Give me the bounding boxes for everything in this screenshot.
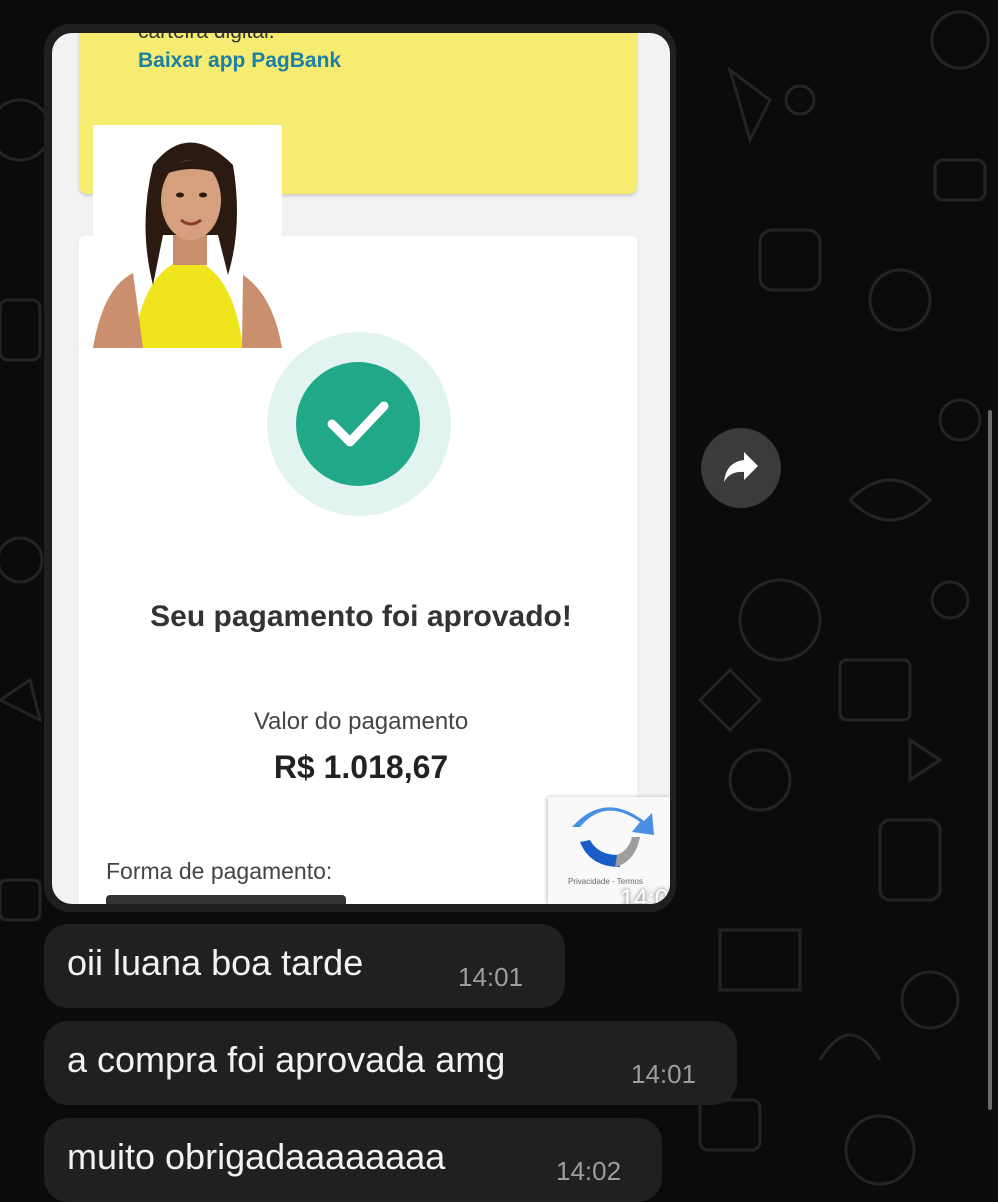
payment-method-label: Forma de pagamento: <box>106 858 333 884</box>
woman-avatar-image <box>93 125 282 348</box>
scrollbar[interactable] <box>988 410 992 1110</box>
payment-screenshot[interactable]: carteira digital. Baixar app PagBank Seu… <box>52 33 670 904</box>
message-bubble-1[interactable]: oii luana boa tarde 14:01 <box>44 924 565 1008</box>
recaptcha-logo-icon <box>572 807 654 867</box>
message-time: 14:01 <box>458 962 524 992</box>
success-title: Seu pagamento foi aprovado! <box>150 600 572 633</box>
payment-method-value-cropped <box>106 895 386 904</box>
download-app-link[interactable]: Baixar app PagBank <box>138 48 341 74</box>
message-time: 14:01 <box>631 1059 697 1089</box>
message-text: oii luana boa tarde <box>67 942 364 983</box>
message-text: muito obrigadaaaaaaaa <box>67 1136 446 1177</box>
amount-label: Valor do pagamento <box>253 708 469 735</box>
forward-button[interactable] <box>701 428 781 508</box>
checkmark-icon <box>296 362 420 486</box>
amount-value: R$ 1.018,67 <box>273 749 449 785</box>
image-timestamp: 14:01 <box>620 885 670 904</box>
banner-text: carteira digital. <box>138 33 275 45</box>
message-text: a compra foi aprovada amg <box>67 1039 506 1080</box>
message-time: 14:02 <box>556 1156 622 1186</box>
message-bubble-3[interactable]: muito obrigadaaaaaaaa 14:02 <box>44 1118 662 1202</box>
message-bubble-2[interactable]: a compra foi aprovada amg 14:01 <box>44 1021 737 1105</box>
forward-arrow-icon <box>724 452 758 482</box>
